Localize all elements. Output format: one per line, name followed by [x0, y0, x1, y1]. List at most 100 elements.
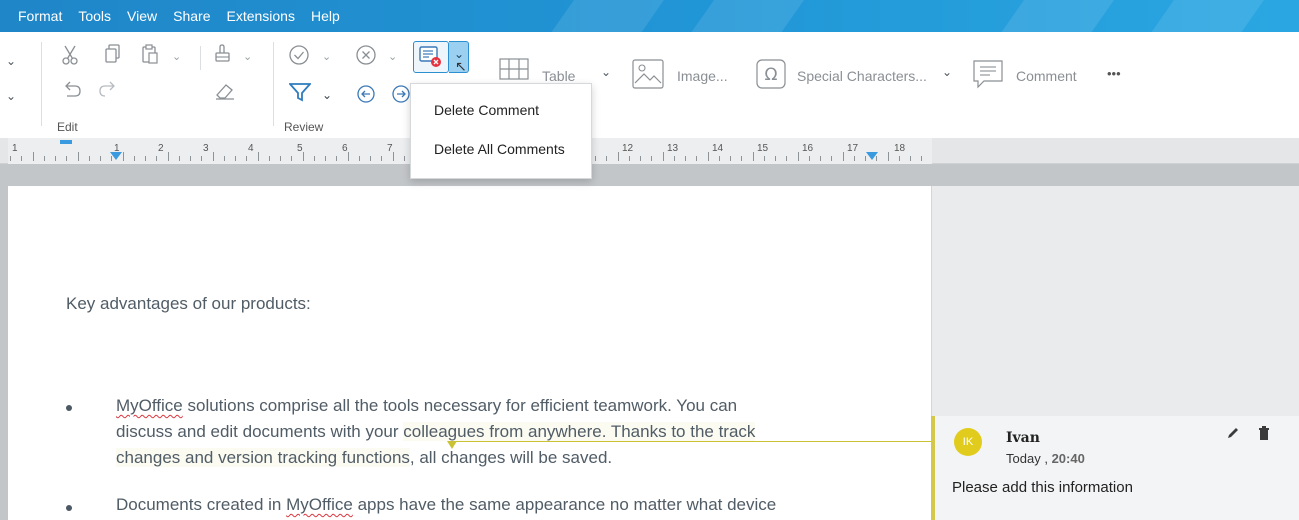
- avatar: IK: [954, 428, 982, 456]
- first-line-indent-marker[interactable]: [60, 140, 72, 144]
- menu-format[interactable]: Format: [18, 8, 62, 24]
- eraser-icon[interactable]: [214, 81, 236, 101]
- ruler-tick: [235, 156, 236, 161]
- chevron-down-icon[interactable]: ⌄: [322, 88, 332, 102]
- comment-card[interactable]: [931, 416, 1299, 520]
- comment-button-label[interactable]: Comment: [1016, 68, 1077, 84]
- ruler-tick: [313, 156, 315, 161]
- delete-comment-menu-item[interactable]: Delete Comment: [434, 102, 539, 118]
- ruler-tick: [381, 156, 383, 161]
- ruler-tick: [786, 156, 788, 161]
- document-heading[interactable]: Key advantages of our products:: [66, 294, 311, 314]
- comment-body: Please add this information: [952, 479, 1133, 496]
- ruler-tick: [640, 156, 641, 161]
- special-characters-button-label[interactable]: Special Characters...: [797, 68, 927, 84]
- ruler-tick: [707, 152, 709, 161]
- ruler-tick: [685, 156, 686, 161]
- ruler-tick: [651, 156, 653, 161]
- edit-icon[interactable]: [1226, 426, 1240, 445]
- ruler-tick: [167, 152, 169, 161]
- ruler-tick: [88, 156, 90, 161]
- ruler-number: 16: [802, 143, 814, 154]
- menu-extensions[interactable]: Extensions: [226, 8, 294, 24]
- chevron-down-icon[interactable]: ⌄: [172, 50, 181, 63]
- comment-author: Ivan: [1006, 430, 1040, 446]
- ruler-tick: [43, 156, 45, 161]
- format-painter-icon[interactable]: [212, 44, 232, 64]
- ruler-tick: [370, 156, 371, 161]
- menu-tools[interactable]: Tools: [78, 8, 111, 24]
- paste-icon[interactable]: [140, 44, 160, 64]
- paragraph-line[interactable]: MyOffice solutions comprise all the tool…: [116, 394, 896, 418]
- chevron-down-icon[interactable]: ⌄: [601, 65, 611, 79]
- ruler-tick: [865, 156, 866, 161]
- ruler-tick: [55, 156, 56, 161]
- menu-view[interactable]: View: [127, 8, 157, 24]
- menu-share[interactable]: Share: [173, 8, 210, 24]
- misspelled-word[interactable]: MyOffice: [286, 495, 353, 514]
- horizontal-ruler[interactable]: 1 1 2 3 4 5 6 7 12 13 14 15 16 17 18: [0, 138, 1299, 164]
- menubar-decoration: [1131, 0, 1279, 32]
- filter-icon[interactable]: [289, 82, 311, 102]
- ruler-tick: [122, 152, 124, 161]
- ruler-tick: [257, 152, 259, 161]
- previous-change-icon[interactable]: [356, 84, 376, 104]
- comment-timestamp: Today , 20:40: [1006, 451, 1085, 466]
- ruler-number: 15: [757, 143, 769, 154]
- comment-icon[interactable]: [972, 59, 1004, 89]
- ruler-tick: [32, 152, 34, 161]
- ruler-tick: [302, 152, 304, 161]
- comment-anchor-marker[interactable]: [447, 441, 457, 449]
- ruler-tick: [921, 156, 923, 161]
- ruler-tick: [223, 156, 225, 161]
- page-left-margin: [0, 186, 8, 520]
- table-icon[interactable]: [499, 58, 529, 80]
- ruler-tick: [898, 156, 900, 161]
- chevron-down-icon[interactable]: ⌄: [942, 65, 952, 79]
- next-change-icon[interactable]: [391, 84, 411, 104]
- ruler-number: 12: [622, 143, 634, 154]
- chevron-down-icon[interactable]: ⌄: [322, 50, 331, 63]
- chevron-down-icon[interactable]: ⌄: [6, 54, 16, 68]
- ruler-tick: [887, 152, 889, 161]
- ruler-tick: [291, 156, 293, 161]
- ruler-tick: [797, 152, 799, 161]
- chevron-down-icon[interactable]: ⌄: [243, 50, 252, 63]
- trash-icon[interactable]: [1258, 426, 1270, 445]
- ruler-tick: [842, 152, 844, 161]
- delete-all-comments-menu-item[interactable]: Delete All Comments: [434, 141, 565, 157]
- chevron-down-icon[interactable]: ⌄: [388, 50, 397, 63]
- ruler-tick: [910, 156, 911, 161]
- toolbar-divider: [200, 46, 201, 70]
- ruler-tick: [741, 156, 743, 161]
- ruler-tick: [808, 156, 810, 161]
- bullet-marker: [66, 405, 72, 411]
- undo-icon[interactable]: [62, 81, 82, 99]
- redo-icon[interactable]: [98, 81, 118, 99]
- image-icon[interactable]: [632, 59, 664, 89]
- cut-icon[interactable]: [60, 44, 80, 66]
- ruler-tick: [853, 156, 855, 161]
- paragraph-line[interactable]: changes and version tracking functions, …: [116, 446, 896, 470]
- ruler-tick: [876, 156, 878, 161]
- ruler-tick: [133, 156, 135, 161]
- omega-icon[interactable]: Ω: [756, 59, 786, 89]
- more-options-button[interactable]: •••: [1107, 66, 1121, 81]
- copy-icon[interactable]: [104, 44, 122, 64]
- paragraph-line[interactable]: Documents created in MyOffice apps have …: [116, 493, 896, 517]
- ruler-number: 13: [667, 143, 679, 154]
- ruler-tick: [178, 156, 180, 161]
- ruler-tick: [280, 156, 281, 161]
- table-button-label[interactable]: Table: [542, 68, 575, 84]
- image-button-label[interactable]: Image...: [677, 68, 728, 84]
- misspelled-word[interactable]: MyOffice: [116, 396, 183, 415]
- ruler-tick: [831, 156, 833, 161]
- ruler-tick: [201, 156, 203, 161]
- ruler-tick: [21, 156, 23, 161]
- menu-help[interactable]: Help: [311, 8, 340, 24]
- commented-text[interactable]: colleagues from anywhere. Thanks to the …: [403, 422, 756, 441]
- accept-change-icon[interactable]: [288, 44, 310, 66]
- commented-text[interactable]: changes and version tracking functions: [116, 448, 410, 467]
- reject-change-icon[interactable]: [355, 44, 377, 66]
- chevron-down-icon[interactable]: ⌄: [6, 89, 16, 103]
